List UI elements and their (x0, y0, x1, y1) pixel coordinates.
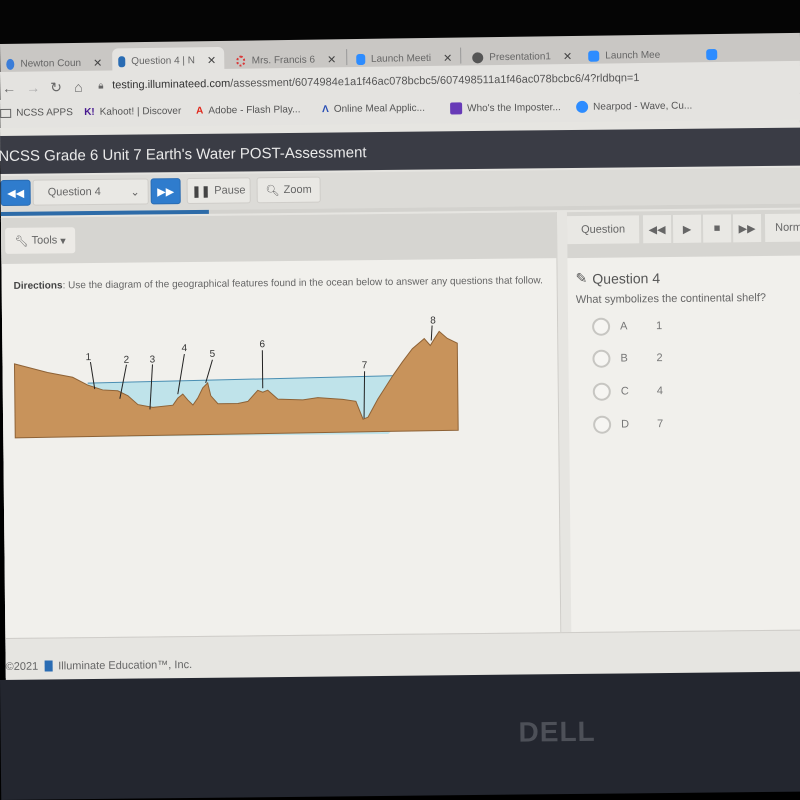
label-5: 5 (210, 349, 216, 360)
dell-logo: DELL (518, 715, 596, 748)
stop-icon: ■ (713, 222, 721, 235)
directions-text: Directions: Use the diagram of the geogr… (13, 275, 543, 292)
illuminate-logo-icon (44, 660, 53, 672)
bookmark-ncss-apps[interactable]: NCSS APPS (0, 107, 73, 119)
double-right-arrow-icon: ▶▶ (157, 185, 175, 198)
play-icon: ▶ (682, 223, 692, 236)
question-audio-button[interactable]: Question (566, 215, 640, 245)
rewind-icon: ◀◀ (648, 223, 666, 236)
pointer-8 (430, 325, 433, 341)
wrench-icon: 🔧︎ (14, 235, 29, 248)
bookmark-online-meal[interactable]: Λ Online Meal Applic... (322, 103, 425, 115)
chevron-down-icon: ⌄ (130, 186, 140, 199)
fast-forward-icon: ▶▶ (738, 222, 756, 235)
bookmark-adobe-flash[interactable]: A Adobe - Flash Play... (196, 104, 300, 116)
pointer-5 (205, 359, 213, 384)
label-3: 3 (150, 354, 156, 365)
illuminate-icon (118, 55, 126, 67)
fast-forward-button[interactable]: ▶▶ (732, 214, 762, 243)
circle-dotted-icon (236, 55, 246, 67)
pencil-icon: ✎ (575, 269, 588, 286)
ocean-floor-diagram: 1 2 3 4 5 6 7 8 (13, 315, 459, 439)
tab-separator (346, 49, 348, 66)
speed-select[interactable]: Norm (764, 213, 800, 242)
zoom-icon (588, 50, 600, 62)
zoom-button[interactable]: 🔍︎ Zoom (256, 176, 321, 204)
radio-button[interactable] (592, 382, 611, 401)
tools-dropdown[interactable]: 🔧︎ Tools ▾ (5, 227, 76, 254)
question-panel: Question ◀◀ ▶ ■ ▶▶ Norm ✎ Question 4 Wha… (566, 209, 800, 633)
answer-choice-d[interactable]: D 7 (593, 415, 663, 434)
progress-bar-fill (0, 209, 209, 216)
forms-icon (450, 102, 463, 115)
radio-button[interactable] (593, 415, 612, 434)
magnifier-icon: 🔍︎ (265, 184, 280, 197)
close-icon[interactable]: ✕ (327, 53, 336, 66)
answer-choice-c[interactable]: C 4 (592, 382, 663, 401)
assessment-page: NCSS Grade 6 Unit 7 Earth's Water POST-A… (0, 119, 800, 688)
answer-choice-b[interactable]: B 2 (592, 349, 663, 368)
label-8: 8 (430, 315, 436, 326)
label-4: 4 (181, 343, 187, 354)
audio-toolbar: Question ◀◀ ▶ ■ ▶▶ Norm (566, 209, 800, 259)
pause-button[interactable]: ❚❚ Pause (186, 177, 251, 205)
label-1: 1 (86, 352, 92, 363)
bookmark-kahoot[interactable]: K! Kahoot! | Discover (84, 106, 181, 118)
laptop-bezel: DELL (0, 671, 800, 800)
close-icon[interactable]: ✕ (443, 51, 452, 64)
question-title: ✎ Question 4 (575, 269, 661, 287)
close-icon[interactable]: ✕ (93, 56, 102, 69)
radio-button[interactable] (592, 349, 611, 368)
question-text: What symbolizes the continental shelf? (575, 291, 767, 306)
nearpod-icon (576, 100, 589, 113)
adobe-icon: A (196, 105, 204, 117)
home-icon[interactable]: ⌂ (74, 79, 83, 95)
question-stimulus-panel: 🔧︎ Tools ▾ Directions: Use the diagram o… (0, 212, 562, 638)
tab-separator (460, 47, 462, 64)
reload-icon[interactable]: ↻ (50, 79, 62, 96)
question-select[interactable]: Question 4 ⌄ (32, 178, 149, 206)
double-left-arrow-icon: ◀◀ (7, 187, 25, 200)
label-6: 6 (259, 339, 265, 350)
close-icon[interactable]: ✕ (207, 53, 216, 66)
zoom-icon (356, 53, 366, 65)
bookmark-nearpod[interactable]: Nearpod - Wave, Cu... (576, 100, 692, 113)
close-icon[interactable]: ✕ (563, 50, 572, 63)
label-2: 2 (124, 355, 130, 366)
zoom-icon (706, 48, 718, 60)
url-input[interactable]: testing.illuminateed.com/assessment/6074… (112, 72, 639, 91)
cloud-icon (6, 58, 15, 70)
forward-arrow-icon[interactable]: → (26, 79, 40, 95)
next-question-button[interactable]: ▶▶ (150, 178, 181, 205)
kahoot-icon: K! (84, 106, 95, 118)
back-arrow-icon[interactable]: ← (2, 80, 16, 96)
stimulus-header: 🔧︎ Tools ▾ (0, 212, 558, 264)
folder-icon (0, 108, 12, 118)
stop-button[interactable]: ■ (702, 214, 732, 243)
pause-icon: ❚❚ (191, 185, 211, 198)
meal-app-icon: Λ (322, 103, 329, 116)
label-7: 7 (362, 360, 368, 371)
answer-choice-a[interactable]: A 1 (592, 317, 662, 336)
page-footer: ©2021 Illuminate Education™, Inc. (5, 629, 800, 678)
play-button[interactable]: ▶ (672, 214, 702, 243)
assessment-title: NCSS Grade 6 Unit 7 Earth's Water POST-A… (0, 144, 367, 166)
assessment-title-bar: NCSS Grade 6 Unit 7 Earth's Water POST-A… (0, 127, 800, 174)
rewind-button[interactable]: ◀◀ (642, 214, 672, 244)
bookmark-whos-the-imposter[interactable]: Who's the Imposter... (450, 101, 561, 115)
previous-question-button[interactable]: ◀◀ (0, 179, 31, 206)
globe-icon (472, 51, 484, 63)
caret-down-icon: ▾ (60, 234, 66, 247)
lock-icon: 🔒︎ (98, 80, 104, 92)
radio-button[interactable] (592, 317, 611, 336)
